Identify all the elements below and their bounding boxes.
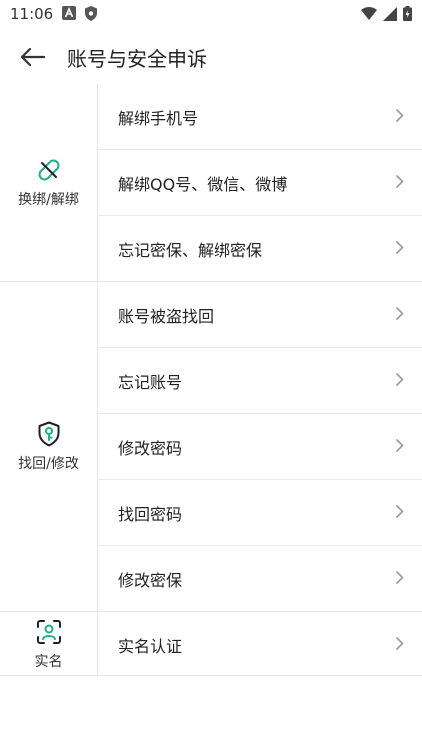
- section-recover-modify: 找回/修改 账号被盗找回 忘记账号 修改密码 找回密码 修改密保: [0, 281, 422, 611]
- category-label: 找回/修改: [18, 455, 79, 472]
- item-forgot-account[interactable]: 忘记账号: [98, 347, 422, 413]
- item-unbind-qq-wechat-weibo[interactable]: 解绑QQ号、微信、微博: [98, 149, 422, 215]
- chevron-right-icon: [395, 504, 404, 519]
- item-label: 修改密保: [118, 570, 183, 590]
- page-title: 账号与安全申诉: [67, 47, 207, 71]
- chevron-right-icon: [395, 636, 404, 651]
- item-recover-password[interactable]: 找回密码: [98, 479, 422, 545]
- item-unbind-phone[interactable]: 解绑手机号: [98, 84, 422, 149]
- item-label: 实名认证: [118, 636, 183, 656]
- category-label: 换绑/解绑: [18, 191, 79, 208]
- item-change-password[interactable]: 修改密码: [98, 413, 422, 479]
- category-recover-modify: 找回/修改: [0, 282, 98, 611]
- status-bar: 11:06: [0, 0, 422, 30]
- bottom-divider: [0, 675, 422, 676]
- signal-icon: [383, 6, 397, 21]
- unlink-icon: [38, 159, 59, 180]
- item-forgot-security-unbind[interactable]: 忘记密保、解绑密保: [98, 215, 422, 281]
- item-label: 修改密码: [118, 438, 183, 458]
- wifi-icon: [361, 7, 377, 20]
- item-label: 账号被盗找回: [118, 306, 215, 326]
- shield-key-icon: [38, 421, 59, 446]
- item-stolen-account-recovery[interactable]: 账号被盗找回: [98, 282, 422, 347]
- item-label: 解绑手机号: [118, 108, 199, 128]
- category-rebind-unbind: 换绑/解绑: [0, 84, 98, 281]
- status-time: 11:06: [10, 5, 54, 23]
- item-real-name-verification[interactable]: 实名认证: [98, 612, 422, 677]
- chevron-right-icon: [395, 240, 404, 255]
- item-label: 找回密码: [118, 504, 183, 524]
- shield-notification-icon: [85, 6, 97, 21]
- category-label: 实名: [34, 653, 63, 670]
- appeal-sections: 换绑/解绑 解绑手机号 解绑QQ号、微信、微博 忘记密保、解绑密保 找回/修改 …: [0, 84, 422, 677]
- item-label: 解绑QQ号、微信、微博: [118, 174, 288, 194]
- item-change-security[interactable]: 修改密保: [98, 545, 422, 611]
- app-bar: 账号与安全申诉: [0, 30, 422, 84]
- chevron-right-icon: [395, 306, 404, 321]
- chevron-right-icon: [395, 570, 404, 585]
- battery-icon: [403, 6, 412, 21]
- notification-a-icon: [62, 6, 76, 20]
- chevron-right-icon: [395, 372, 404, 387]
- section-real-name: 实名 实名认证: [0, 611, 422, 677]
- back-arrow-icon: [20, 47, 45, 67]
- back-button[interactable]: [14, 42, 50, 72]
- category-real-name: 实名: [0, 612, 98, 677]
- chevron-right-icon: [395, 438, 404, 453]
- section-rebind-unbind: 换绑/解绑 解绑手机号 解绑QQ号、微信、微博 忘记密保、解绑密保: [0, 84, 422, 281]
- item-label: 忘记密保、解绑密保: [118, 240, 263, 260]
- chevron-right-icon: [395, 174, 404, 189]
- chevron-right-icon: [395, 108, 404, 123]
- face-id-icon: [36, 619, 61, 644]
- item-label: 忘记账号: [118, 372, 183, 392]
